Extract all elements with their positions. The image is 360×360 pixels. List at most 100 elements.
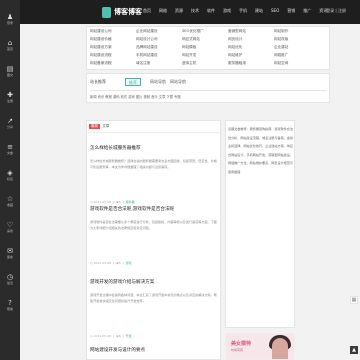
link-item[interactable]: 企业网站建设 [136,29,182,34]
link-item[interactable]: 网站备案流程 [90,61,136,66]
star-icon: ☆ [6,194,14,203]
home-icon: ⌂ [7,38,13,47]
sidebar-item-3[interactable]: ✚ 注册 [0,86,20,108]
sidebar-item-4[interactable]: ↗ 分享 [0,112,20,134]
sidebar-item-label: 最近 [6,280,13,285]
nav-item[interactable]: 手机 [239,8,247,14]
link-row: 网站建设公司 企业网站建设 SEO优化推广 营销型网站 网站制作 [87,27,329,35]
nav-item[interactable]: 网络 [159,8,167,14]
sidebar-item-9[interactable]: ✉ 留言 [0,242,20,264]
sidebar-item-label: 注册 [6,98,13,103]
link-item[interactable]: 手机网站建设 [136,53,182,58]
sidebar-item-8[interactable]: ♡ 喜欢 [0,216,20,238]
top-navbar: 博客博客 首页 网络 资源 技术 软件 游戏 手机 建站 SEO 营销 推广 资讯 登录 | 注册 [20,0,360,24]
user-plus-icon: ✚ [7,90,13,99]
sidebar-item-6[interactable]: ◈ 标签 [0,164,20,186]
nav-item[interactable]: 游戏 [223,8,231,14]
sidebar-item-7[interactable]: ☆ 收藏 [0,190,20,212]
left-sidebar: ♟ 登录 ⌂ 首页 ▤ 图文 ✚ 注册 ↗ 分享 ≡ 文章 ◈ 标签 ☆ 收藏 ♡ 喜欢 ✉ 留言 ◷ 最近 ? 帮助 [0,0,20,360]
comment-icon: ✉ [7,246,13,255]
link-item[interactable]: 网站空间 [274,61,320,66]
article-category[interactable]: 游戏 [126,261,132,265]
sidebar-item-5[interactable]: ≡ 文章 [0,138,20,160]
sidebar-item-11[interactable]: ? 帮助 [0,294,20,316]
link-item[interactable]: 网站建设公司 [90,29,136,34]
user-icon: ♟ [6,12,14,21]
book-icon: ▤ [6,64,14,73]
link-item[interactable]: SEO优化推广 [182,29,228,34]
article-meta: ◷ 2021-05-08 | ◉ 5 | 游戏 [90,261,218,265]
nav-item[interactable]: 推广 [303,8,311,14]
link-item[interactable]: 域名注册 [136,61,182,66]
tab-site-nav-1[interactable]: 网站导航 [147,78,169,86]
nav-item[interactable]: 营销 [287,8,295,14]
clock-icon: ◷ [90,334,93,338]
article-title[interactable]: 游戏软件是否合法呢,游戏软件是否合法呢 [90,206,218,212]
article-date: 2021-05-08 [93,261,112,265]
article-title[interactable]: 游戏开发的游戏介绍与解决方案 [90,279,218,285]
ad-banner[interactable]: 美女模特 时尚写真 [225,333,295,360]
article-category[interactable]: 开发 [126,334,132,338]
ad-headline: 美女模特 [231,341,252,347]
list-header: 最新 文章 [89,124,109,129]
article-title[interactable]: 怎么样给长城服务器推荐 [90,145,218,151]
link-item[interactable]: 网站优化 [228,45,274,50]
article-title[interactable]: 网站建设开发与设计的要点 [90,347,218,353]
article-item: 怎么样给长城服务器推荐 怎么样给长城服务器推荐？选择合适的服务器需要考虑多方面因素… [90,145,218,204]
sidebar-item-0[interactable]: ♟ 登录 [0,8,20,30]
link-item[interactable]: 网站维护 [228,53,274,58]
link-item[interactable]: 网站建设方案 [90,45,136,50]
clock-icon: ◷ [90,200,93,204]
scroll-top-button[interactable]: ▲ [350,346,358,354]
sidebar-item-label: 留言 [6,254,13,259]
nav-item[interactable]: 软件 [207,8,215,14]
article-date: 2021-05-08 [93,334,112,338]
meta-separator: | [113,261,115,265]
nav-item[interactable]: 技术 [191,8,199,14]
link-item[interactable]: 网站模板 [182,45,228,50]
auth-links[interactable]: 登录 | 注册 [326,8,346,14]
link-row: 网站建设价格 网站设计公司 响应式网站 网页设计 网站改版 [87,35,329,43]
sidebar-item-2[interactable]: ▤ 图文 [0,60,20,82]
link-item[interactable]: 响应式网站 [182,37,228,42]
sidebar-item-10[interactable]: ◷ 最近 [0,268,20,290]
tab-site-nav-2[interactable]: 网站导航 [167,78,189,86]
recommend-panel: 站长推荐 推荐 网站导航 网站导航 新闻 资讯 教程 源码 软件 游戏 图片 视… [86,73,330,103]
article-date: 2021-05-08 [93,200,112,204]
link-grid: 网站建设公司 企业网站建设 SEO优化推广 营销型网站 网站制作 网站建设价格 网站设计公司… [86,26,330,70]
link-item[interactable]: 网页设计 [228,37,274,42]
sidebar-item-label: 帮助 [6,306,13,311]
link-item[interactable]: 网站开发 [182,53,228,58]
sidebar-card: 近期文章推荐：服务器选购指南、游戏软件合法性分析、网站建设流程、域名注册与备案、… [225,120,295,328]
link-item[interactable]: 网站制作 [274,29,320,34]
link-row: 网站建设流程 手机网站建设 网站开发 网站维护 网络推广 [87,51,329,59]
link-item[interactable]: 网站改版 [274,37,320,42]
link-item[interactable]: 虚拟主机 [182,61,228,66]
link-item[interactable]: 网站设计公司 [136,37,182,42]
panel-title: 站长推荐 [90,79,106,84]
link-item[interactable]: 营销型网站 [228,29,274,34]
sidebar-item-label: 分享 [6,124,13,129]
link-item[interactable]: 网络推广 [274,53,320,58]
site-logo[interactable]: 博客博客 [102,5,142,19]
sidebar-item-label: 文章 [6,150,13,155]
share-icon: ↗ [7,116,13,125]
link-item[interactable]: 品牌网站建设 [136,45,182,50]
link-item[interactable]: 服务器租用 [228,61,274,66]
nav-item[interactable]: SEO [271,8,279,14]
link-item[interactable]: 网站建设流程 [90,53,136,58]
nav-item[interactable]: 首页 [143,8,151,14]
nav-item[interactable]: 资源 [175,8,183,14]
sidebar-item-label: 收藏 [6,202,13,207]
sidebar-item-1[interactable]: ⌂ 首页 [0,34,20,56]
article-item: 游戏软件是否合法呢,游戏软件是否合法呢 游戏软件是否合法需要从多个角度进行分析，包… [90,206,218,265]
main-nav: 首页 网络 资源 技术 软件 游戏 手机 建站 SEO 营销 推广 资讯 [143,8,335,14]
link-item[interactable]: 企业建站 [274,45,320,50]
link-item[interactable]: 网站建设价格 [90,37,136,42]
heart-icon: ♡ [6,220,14,229]
qrcode-button[interactable]: ▦ [350,296,358,304]
tab-recommend[interactable]: 推荐 [125,78,141,86]
article-category[interactable]: 服务器 [126,200,135,204]
ad-subtitle: 时尚写真 [231,348,244,352]
nav-item[interactable]: 建站 [255,8,263,14]
